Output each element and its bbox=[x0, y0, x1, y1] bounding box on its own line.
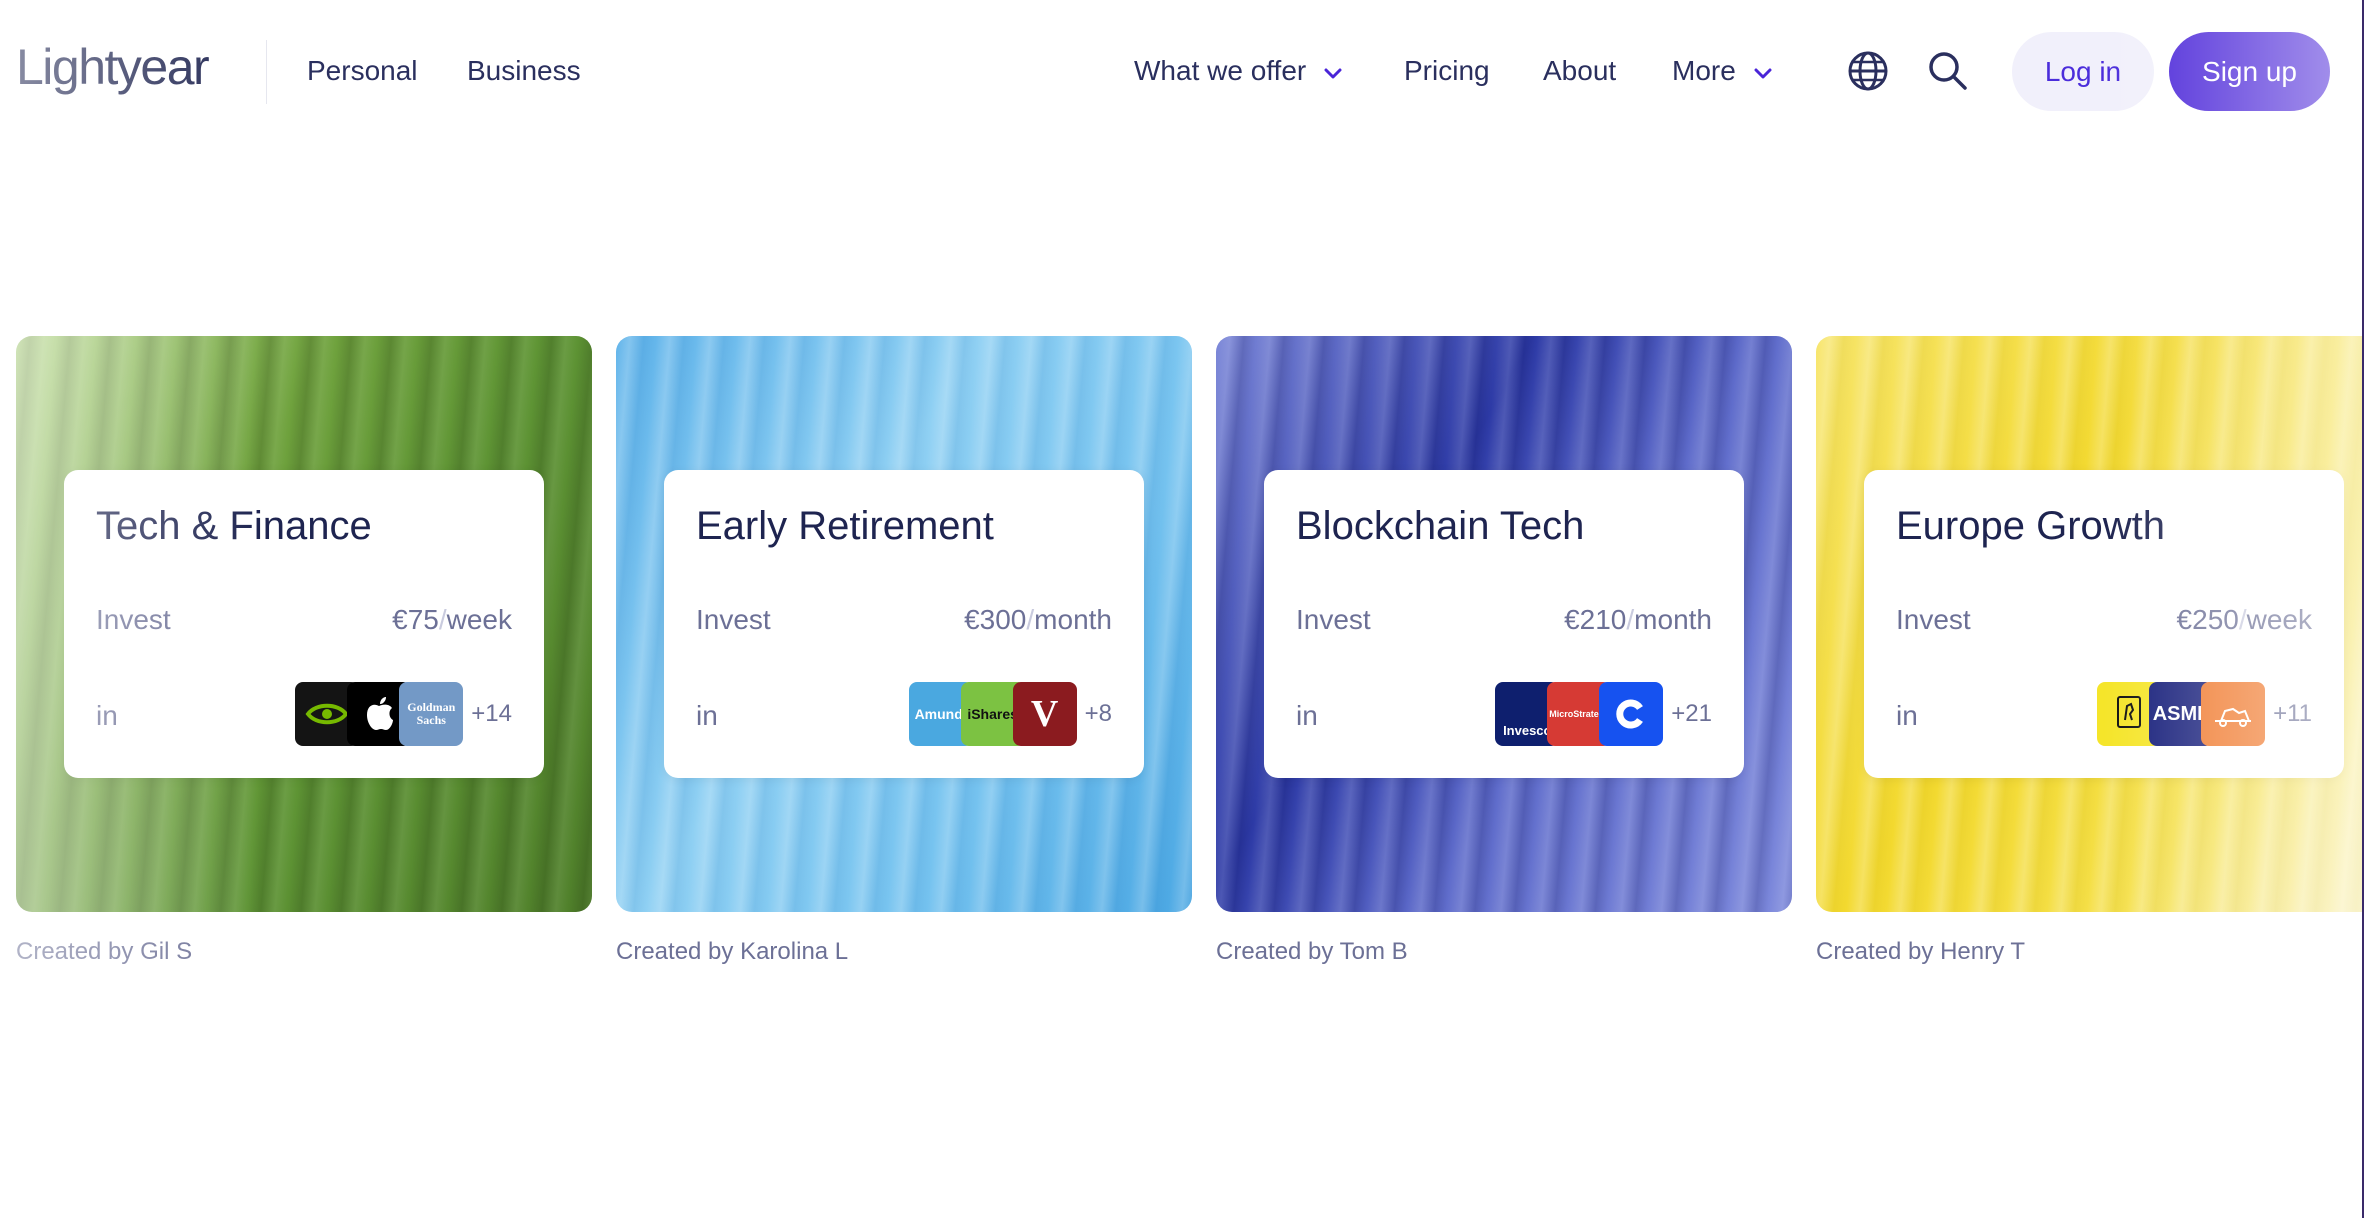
amount-separator: / bbox=[1026, 604, 1035, 635]
holdings-logos: ASML +11 bbox=[2097, 682, 2312, 746]
in-label: in bbox=[1296, 700, 1318, 731]
amount-value: €300 bbox=[964, 604, 1027, 635]
in-label: in bbox=[696, 700, 718, 731]
portfolio-card-wrapper: Blockchain Tech Invest €210/month in Inv… bbox=[1216, 336, 1792, 966]
created-by-label: Created by bbox=[616, 938, 734, 965]
portfolio-card[interactable]: Europe Growth Invest €250/week in ASML +… bbox=[1816, 336, 2364, 912]
globe-icon[interactable] bbox=[1846, 49, 1890, 93]
creator-name[interactable]: Karolina L bbox=[740, 938, 848, 965]
amount-period: week bbox=[2246, 604, 2312, 635]
creator-name[interactable]: Tom B bbox=[1340, 938, 1408, 965]
invest-label: Invest bbox=[1896, 604, 1971, 635]
nav-more[interactable]: More bbox=[1672, 55, 1772, 87]
goldman-sachs-logo: Goldman Sachs bbox=[399, 682, 464, 746]
portfolio-title: Early Retirement bbox=[696, 504, 994, 548]
lightyear-logo[interactable]: Lightyear bbox=[16, 38, 210, 96]
holding-name: V bbox=[1030, 693, 1059, 735]
portfolio-card-panel: Early Retirement Invest €300/month in Am… bbox=[664, 470, 1144, 778]
portfolio-title: Europe Growth bbox=[1896, 504, 2166, 548]
coinbase-logo bbox=[1599, 682, 1664, 746]
more-holdings-count: +8 bbox=[1084, 700, 1112, 727]
created-by-label: Created by bbox=[1216, 938, 1334, 965]
invest-amount: €210/month bbox=[1564, 604, 1712, 636]
portfolio-card[interactable]: Tech & Finance Invest €75/week in Goldma… bbox=[16, 336, 592, 912]
portfolio-card-wrapper: Early Retirement Invest €300/month in Am… bbox=[616, 336, 1192, 966]
amount-period: month bbox=[1634, 604, 1712, 635]
amount-period: week bbox=[446, 604, 512, 635]
creator-name[interactable]: Gil S bbox=[140, 938, 192, 965]
nav-pricing[interactable]: Pricing bbox=[1404, 55, 1490, 87]
nav-more-label: More bbox=[1672, 55, 1736, 86]
in-label: in bbox=[1896, 700, 1918, 731]
portfolio-card[interactable]: Early Retirement Invest €300/month in Am… bbox=[616, 336, 1192, 912]
created-by-label: Created by bbox=[16, 938, 134, 965]
portfolio-card-panel: Europe Growth Invest €250/week in ASML +… bbox=[1864, 470, 2344, 778]
portfolio-card-wrapper: Europe Growth Invest €250/week in ASML +… bbox=[1816, 336, 2364, 966]
holding-name: Invesco bbox=[1503, 723, 1552, 738]
creator-name[interactable]: Henry T bbox=[1940, 938, 2025, 965]
signup-button[interactable]: Sign up bbox=[2169, 32, 2330, 111]
amount-value: €250 bbox=[2176, 604, 2239, 635]
chevron-down-icon bbox=[1754, 55, 1772, 87]
invest-label: Invest bbox=[96, 604, 171, 635]
nav-about[interactable]: About bbox=[1543, 55, 1616, 87]
hermes-logo bbox=[2201, 682, 2266, 746]
top-navbar: Lightyear Personal Business What we offe… bbox=[0, 0, 2364, 144]
portfolio-card-wrapper: Tech & Finance Invest €75/week in Goldma… bbox=[16, 336, 592, 966]
more-holdings-count: +11 bbox=[2273, 700, 2312, 727]
amount-separator: / bbox=[2238, 604, 2247, 635]
holdings-logos: Goldman Sachs +14 bbox=[295, 682, 512, 746]
invest-amount: €300/month bbox=[964, 604, 1112, 636]
holding-name: Amundi bbox=[914, 706, 967, 722]
login-button[interactable]: Log in bbox=[2012, 32, 2154, 111]
amount-value: €210 bbox=[1564, 604, 1627, 635]
creator-line: Created by Tom B bbox=[1216, 938, 1792, 966]
logo-divider bbox=[266, 40, 267, 104]
invest-amount: €250/week bbox=[2177, 604, 2312, 636]
holdings-logos: Amundi iShares V +8 bbox=[908, 682, 1112, 746]
holding-name: iShares bbox=[967, 706, 1018, 722]
more-holdings-count: +14 bbox=[471, 700, 512, 727]
invest-amount: €75/week bbox=[392, 604, 512, 636]
portfolio-title: Tech & Finance bbox=[96, 504, 372, 548]
portfolio-title: Blockchain Tech bbox=[1296, 504, 1585, 548]
amount-separator: / bbox=[1626, 604, 1635, 635]
amount-separator: / bbox=[438, 604, 447, 635]
chevron-down-icon bbox=[1324, 55, 1342, 87]
invest-label: Invest bbox=[696, 604, 771, 635]
portfolio-card[interactable]: Blockchain Tech Invest €210/month in Inv… bbox=[1216, 336, 1792, 912]
portfolio-card-panel: Tech & Finance Invest €75/week in Goldma… bbox=[64, 470, 544, 778]
creator-line: Created by Karolina L bbox=[616, 938, 1192, 966]
invest-label: Invest bbox=[1296, 604, 1371, 635]
vanguard-logo: V bbox=[1012, 682, 1077, 746]
holding-name: Goldman Sachs bbox=[407, 700, 456, 727]
nav-what-we-offer-label: What we offer bbox=[1134, 55, 1307, 86]
holdings-logos: Invesco MicroStrategy +21 bbox=[1495, 682, 1712, 746]
nav-business[interactable]: Business bbox=[467, 55, 581, 87]
portfolio-card-panel: Blockchain Tech Invest €210/month in Inv… bbox=[1264, 470, 1744, 778]
in-label: in bbox=[96, 700, 118, 731]
amount-period: month bbox=[1034, 604, 1112, 635]
amount-value: €75 bbox=[392, 604, 439, 635]
creator-line: Created by Gil S bbox=[16, 938, 592, 966]
search-icon[interactable] bbox=[1926, 49, 1970, 93]
nav-what-we-offer[interactable]: What we offer bbox=[1134, 55, 1342, 87]
created-by-label: Created by bbox=[1816, 938, 1934, 965]
more-holdings-count: +21 bbox=[1671, 700, 1712, 727]
nav-personal[interactable]: Personal bbox=[307, 55, 418, 87]
creator-line: Created by Henry T bbox=[1816, 938, 2364, 966]
